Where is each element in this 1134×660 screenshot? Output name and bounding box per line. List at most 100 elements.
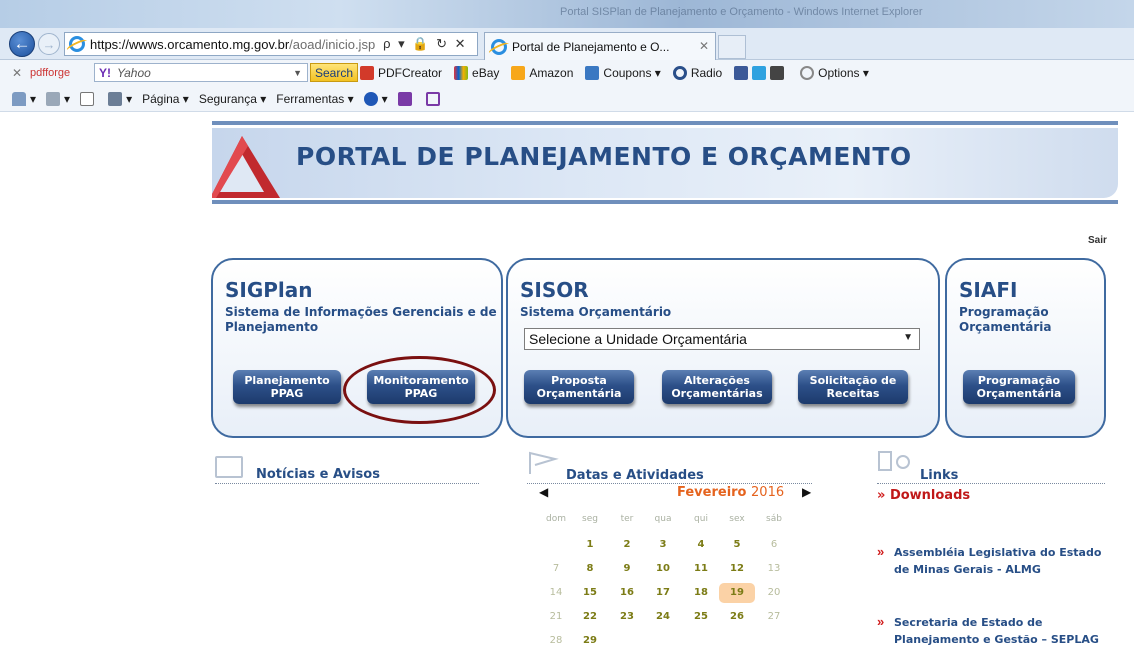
mail-button[interactable] bbox=[80, 91, 98, 106]
calendar-weekday: seg bbox=[582, 514, 598, 524]
almg-link[interactable]: Assembléia Legislativa do Estado de Mina… bbox=[894, 544, 1104, 578]
calendar-day[interactable]: 9 bbox=[609, 563, 645, 574]
chevron-down-icon[interactable]: ▼ bbox=[903, 332, 913, 343]
calendar-day[interactable]: 17 bbox=[645, 587, 681, 598]
calendar-day[interactable]: 10 bbox=[645, 563, 681, 574]
radio-button[interactable]: Radio bbox=[672, 66, 722, 80]
back-button[interactable]: ← bbox=[9, 31, 35, 57]
window-title: Portal SISPlan de Planejamento e Orçamen… bbox=[560, 6, 923, 18]
ebay-icon bbox=[454, 66, 469, 80]
calendar-day[interactable]: 29 bbox=[572, 635, 608, 646]
calendar-year: 2016 bbox=[751, 485, 785, 500]
address-bar-icons[interactable]: ρ ▾ 🔒 ↻ ✕ bbox=[383, 36, 467, 52]
coupons-icon bbox=[585, 66, 600, 80]
calendar-day[interactable]: 16 bbox=[609, 587, 645, 598]
pdfcreator-button[interactable]: PDFCreator bbox=[360, 66, 442, 80]
calendar-day[interactable]: 14 bbox=[538, 587, 574, 598]
facebook-icon[interactable] bbox=[734, 66, 749, 80]
calendar-day[interactable]: 7 bbox=[538, 563, 574, 574]
pdfforge-logo[interactable]: pdfforge bbox=[30, 67, 70, 79]
back-arrow-icon: ← bbox=[13, 34, 31, 53]
planejamento-ppag-button[interactable]: Planejamento PPAG bbox=[233, 370, 341, 404]
home-button[interactable]: ▾ bbox=[12, 91, 36, 106]
calendar-day[interactable]: 19 bbox=[719, 583, 755, 603]
calendar-day[interactable]: 3 bbox=[645, 539, 681, 550]
twitter-icon[interactable] bbox=[752, 66, 767, 80]
ebay-button[interactable]: eBay bbox=[454, 66, 499, 80]
onenote-button[interactable] bbox=[397, 91, 416, 106]
seplag-link[interactable]: Secretaria de Estado de Planejamento e G… bbox=[894, 614, 1104, 648]
calendar-day[interactable]: 13 bbox=[756, 563, 792, 574]
amazon-label: Amazon bbox=[529, 66, 574, 80]
yahoo-search-text: Yahoo bbox=[117, 65, 151, 80]
siafi-panel: SIAFI Programação Orçamentária Programaç… bbox=[945, 258, 1106, 438]
coupons-label: Coupons ▾ bbox=[603, 66, 661, 80]
coupons-button[interactable]: Coupons ▾ bbox=[585, 66, 661, 80]
calendar-day[interactable]: 20 bbox=[756, 587, 792, 598]
tab-close-icon[interactable]: ✕ bbox=[699, 39, 709, 53]
calendar-day[interactable]: 22 bbox=[572, 611, 608, 622]
calendar-day[interactable]: 28 bbox=[538, 635, 574, 646]
address-row: ← → https://wwws.orcamento.mg.gov.br/aoa… bbox=[0, 28, 1134, 60]
calendar-day[interactable]: 6 bbox=[756, 539, 792, 550]
calendar-day[interactable]: 24 bbox=[645, 611, 681, 622]
monitoramento-ppag-button[interactable]: Monitoramento PPAG bbox=[367, 370, 475, 404]
proposta-orcamentaria-button[interactable]: Proposta Orçamentária bbox=[524, 370, 634, 404]
calendar-prev-icon[interactable]: ◀ bbox=[539, 485, 548, 499]
sisor-panel: SISOR Sistema Orçamentário Selecione a U… bbox=[506, 258, 940, 438]
calendar-day[interactable]: 5 bbox=[719, 539, 755, 550]
calendar-day[interactable]: 26 bbox=[719, 611, 755, 622]
calendar-day[interactable]: 25 bbox=[683, 611, 719, 622]
address-bar[interactable]: https://wwws.orcamento.mg.gov.br/aoad/in… bbox=[64, 32, 478, 56]
calendar-day[interactable]: 18 bbox=[683, 587, 719, 598]
calendar-weekday: qui bbox=[694, 514, 708, 524]
page-menu[interactable]: Página ▾ bbox=[142, 92, 189, 106]
unidade-orcamentaria-select[interactable]: Selecione a Unidade Orçamentária ▼ bbox=[524, 328, 920, 350]
forward-button[interactable]: → bbox=[38, 33, 60, 55]
programacao-orcamentaria-button[interactable]: Programação Orçamentária bbox=[963, 370, 1075, 404]
sisor-subtitle: Sistema Orçamentário bbox=[520, 305, 672, 319]
calendar-day[interactable]: 8 bbox=[572, 563, 608, 574]
googleplus-icon[interactable] bbox=[770, 66, 785, 80]
calendar-day[interactable]: 2 bbox=[609, 539, 645, 550]
noticias-rule bbox=[215, 483, 479, 484]
calendar-header: ◀ Fevereiro 2016 ▶ bbox=[539, 485, 811, 503]
new-tab-button[interactable] bbox=[718, 35, 746, 59]
alteracoes-orcamentarias-button[interactable]: Alterações Orçamentárias bbox=[662, 370, 772, 404]
downloads-link[interactable]: » Downloads bbox=[877, 487, 970, 504]
social-buttons[interactable] bbox=[734, 66, 788, 80]
chevron-down-icon[interactable]: ▼ bbox=[293, 68, 302, 78]
solicitacao-receitas-button[interactable]: Solicitação de Receitas bbox=[798, 370, 908, 404]
help-button[interactable]: ▾ bbox=[363, 91, 388, 106]
search-button[interactable]: Search bbox=[310, 63, 359, 82]
toolbar-close-icon[interactable]: ✕ bbox=[12, 66, 22, 80]
calendar-day[interactable]: 23 bbox=[609, 611, 645, 622]
amazon-button[interactable]: Amazon bbox=[511, 66, 573, 80]
calendar-day[interactable]: 12 bbox=[719, 563, 755, 574]
security-menu[interactable]: Segurança ▾ bbox=[199, 92, 266, 106]
yahoo-search-input[interactable]: Y! Yahoo ▼ bbox=[94, 63, 308, 82]
siafi-title: SIAFI bbox=[959, 278, 1018, 302]
banner-top-rule bbox=[212, 121, 1118, 125]
calendar-day[interactable]: 27 bbox=[756, 611, 792, 622]
tab-title: Portal de Planejamento e O... bbox=[512, 39, 670, 54]
logout-link[interactable]: Sair bbox=[1088, 235, 1107, 246]
command-bar: ▾ ▾ ▾ Página ▾ Segurança ▾ Ferramentas ▾… bbox=[0, 86, 1134, 112]
print-button[interactable]: ▾ bbox=[108, 91, 132, 106]
calendar-next-icon[interactable]: ▶ bbox=[802, 485, 811, 499]
onenote-send-button[interactable] bbox=[425, 91, 444, 106]
noticias-title: Notícias e Avisos bbox=[256, 467, 380, 482]
onenote-send-icon bbox=[425, 91, 440, 106]
calendar-day[interactable]: 21 bbox=[538, 611, 574, 622]
calendar-day[interactable]: 11 bbox=[683, 563, 719, 574]
tab-portal[interactable]: Portal de Planejamento e O... ✕ bbox=[484, 32, 716, 60]
home-icon bbox=[12, 91, 26, 106]
calendar-day[interactable]: 4 bbox=[683, 539, 719, 550]
options-button[interactable]: Options ▾ bbox=[800, 66, 869, 80]
tools-menu[interactable]: Ferramentas ▾ bbox=[276, 92, 353, 106]
feeds-button[interactable]: ▾ bbox=[46, 91, 70, 106]
sigplan-subtitle: Sistema de Informações Gerenciais e de P… bbox=[225, 305, 497, 334]
calendar-day[interactable]: 15 bbox=[572, 587, 608, 598]
calendar-day[interactable]: 1 bbox=[572, 539, 608, 550]
radio-icon bbox=[672, 66, 687, 80]
